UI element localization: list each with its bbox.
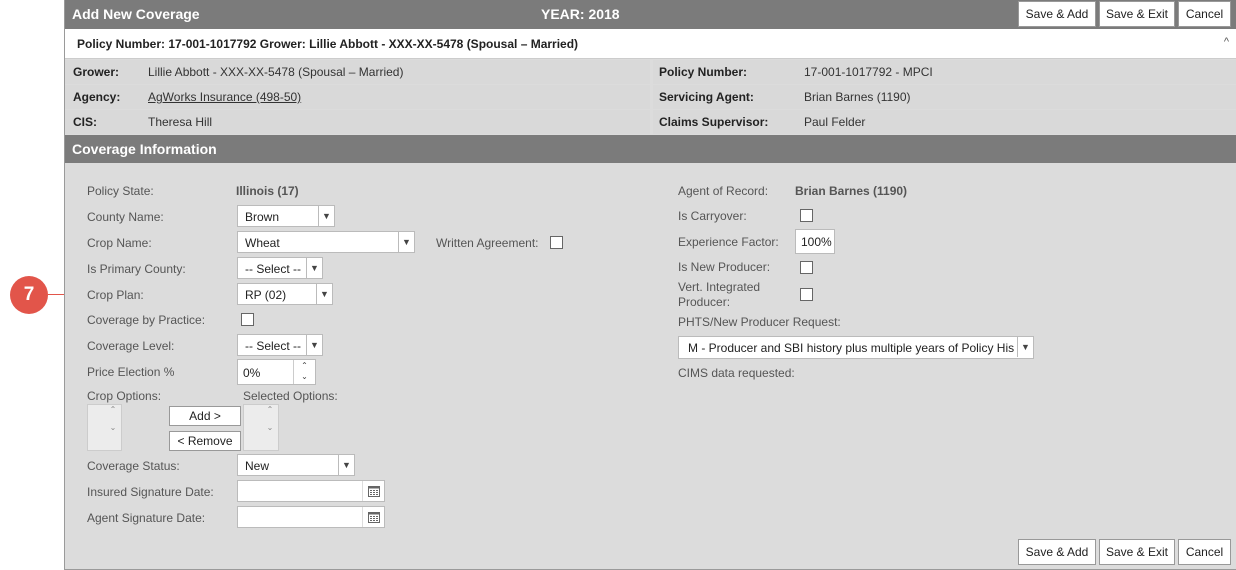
agent-of-record-label: Agent of Record: bbox=[678, 184, 769, 198]
title-bar: Add New Coverage YEAR: 2018 Save & Add S… bbox=[65, 0, 1236, 29]
cims-data-label: CIMS data requested: bbox=[678, 366, 795, 380]
policy-state-value: Illinois (17) bbox=[236, 184, 299, 198]
crop-options-list[interactable]: ⌃ ⌄ bbox=[87, 404, 122, 451]
policy-number-value: 17-001-1017792 - MPCI bbox=[804, 65, 933, 79]
insured-signature-date-label: Insured Signature Date: bbox=[87, 485, 214, 499]
cis-value: Theresa Hill bbox=[148, 115, 213, 129]
vert-integrated-label-line1: Vert. Integrated bbox=[678, 280, 761, 294]
calendar-icon[interactable] bbox=[362, 507, 384, 527]
coverage-level-select[interactable]: -- Select -- ▼ bbox=[237, 334, 323, 356]
phts-request-label: PHTS/New Producer Request: bbox=[678, 315, 841, 329]
chevron-down-icon: ▼ bbox=[318, 206, 334, 226]
primary-county-label: Is Primary County: bbox=[87, 262, 186, 276]
agent-signature-date-label: Agent Signature Date: bbox=[87, 511, 206, 525]
calendar-icon[interactable] bbox=[362, 481, 384, 501]
agent-signature-date-field[interactable] bbox=[237, 506, 385, 528]
crop-name-value: Wheat bbox=[245, 236, 280, 250]
step-callout-badge: 7 bbox=[10, 276, 48, 314]
stepper-arrows-icon[interactable]: ⌃ ⌄ bbox=[293, 360, 315, 384]
county-name-value: Brown bbox=[245, 210, 280, 224]
save-add-button-bottom[interactable]: Save & Add bbox=[1018, 539, 1096, 565]
vert-integrated-checkbox[interactable] bbox=[800, 288, 813, 301]
coverage-by-practice-label: Coverage by Practice: bbox=[87, 313, 206, 327]
add-coverage-panel: Add New Coverage YEAR: 2018 Save & Add S… bbox=[64, 0, 1236, 570]
year-label: YEAR: 2018 bbox=[541, 6, 620, 22]
written-agreement-checkbox[interactable] bbox=[550, 236, 563, 249]
grower-value: Lillie Abbott - XXX-XX-5478 (Spousal – M… bbox=[148, 65, 404, 79]
add-option-button[interactable]: Add > bbox=[169, 406, 241, 426]
county-name-label: County Name: bbox=[87, 210, 164, 224]
cancel-button-top[interactable]: Cancel bbox=[1178, 1, 1231, 27]
experience-factor-label: Experience Factor: bbox=[678, 235, 779, 249]
chevron-down-icon: ▼ bbox=[1017, 337, 1033, 357]
coverage-status-value: New bbox=[245, 459, 270, 473]
claims-supervisor-value: Paul Felder bbox=[804, 115, 866, 129]
phts-request-value: M - Producer and SBI history plus multip… bbox=[688, 341, 1015, 355]
remove-option-button[interactable]: < Remove bbox=[169, 431, 241, 451]
insured-signature-date-field[interactable] bbox=[237, 480, 385, 502]
policy-number-label: Policy Number: bbox=[659, 65, 748, 79]
scrollbar[interactable]: ⌃ ⌄ bbox=[105, 405, 121, 450]
coverage-by-practice-checkbox[interactable] bbox=[241, 313, 254, 326]
crop-name-label: Crop Name: bbox=[87, 236, 152, 250]
servicing-agent-label: Servicing Agent: bbox=[659, 90, 754, 104]
cancel-button-bottom[interactable]: Cancel bbox=[1178, 539, 1231, 565]
coverage-status-select[interactable]: New ▼ bbox=[237, 454, 355, 476]
crop-plan-select[interactable]: RP (02) ▼ bbox=[237, 283, 333, 305]
phts-request-select[interactable]: M - Producer and SBI history plus multip… bbox=[678, 336, 1034, 359]
chevron-down-icon: ▼ bbox=[306, 258, 322, 278]
experience-factor-field[interactable]: 100% bbox=[795, 229, 835, 254]
vert-integrated-label-line2: Producer: bbox=[678, 295, 731, 309]
chevron-down-icon: ▼ bbox=[398, 232, 414, 252]
policy-info-grid: Grower: Lillie Abbott - XXX-XX-5478 (Spou… bbox=[65, 60, 1236, 135]
carryover-checkbox[interactable] bbox=[800, 209, 813, 222]
price-election-label: Price Election % bbox=[87, 365, 175, 379]
agency-label: Agency: bbox=[73, 90, 121, 104]
crop-plan-value: RP (02) bbox=[245, 288, 287, 302]
price-election-value: 0% bbox=[243, 366, 261, 380]
policy-state-label: Policy State: bbox=[87, 184, 154, 198]
servicing-agent-value: Brian Barnes (1190) bbox=[804, 90, 911, 104]
county-name-select[interactable]: Brown ▼ bbox=[237, 205, 335, 227]
coverage-level-value: -- Select -- bbox=[245, 339, 302, 353]
coverage-status-label: Coverage Status: bbox=[87, 459, 180, 473]
price-election-stepper[interactable]: 0% ⌃ ⌄ bbox=[237, 359, 316, 385]
save-exit-button-bottom[interactable]: Save & Exit bbox=[1099, 539, 1175, 565]
policy-summary-text: Policy Number: 17-001-1017792 Grower: Li… bbox=[77, 37, 579, 51]
crop-options-label: Crop Options: bbox=[87, 389, 162, 403]
carryover-label: Is Carryover: bbox=[678, 209, 747, 223]
selected-options-label: Selected Options: bbox=[243, 389, 338, 403]
save-exit-button-top[interactable]: Save & Exit bbox=[1099, 1, 1175, 27]
primary-county-value: -- Select -- bbox=[245, 262, 302, 276]
new-producer-checkbox[interactable] bbox=[800, 261, 813, 274]
scrollbar[interactable]: ⌃ ⌄ bbox=[262, 405, 278, 450]
primary-county-select[interactable]: -- Select -- ▼ bbox=[237, 257, 323, 279]
page-title: Add New Coverage bbox=[72, 6, 200, 22]
save-add-button-top[interactable]: Save & Add bbox=[1018, 1, 1096, 27]
coverage-level-label: Coverage Level: bbox=[87, 339, 175, 353]
policy-summary-bar[interactable]: Policy Number: 17-001-1017792 Grower: Li… bbox=[65, 29, 1236, 59]
crop-name-select[interactable]: Wheat ▼ bbox=[237, 231, 415, 253]
experience-factor-value: 100% bbox=[801, 235, 832, 249]
chevron-down-icon: ▼ bbox=[338, 455, 354, 475]
agent-of-record-value: Brian Barnes (1190) bbox=[795, 184, 908, 198]
written-agreement-label: Written Agreement: bbox=[436, 236, 539, 250]
cis-label: CIS: bbox=[73, 115, 97, 129]
coverage-section-header: Coverage Information bbox=[65, 135, 1236, 163]
new-producer-label: Is New Producer: bbox=[678, 260, 771, 274]
selected-options-list[interactable]: ⌃ ⌄ bbox=[243, 404, 279, 451]
chevron-down-icon: ▼ bbox=[306, 335, 322, 355]
grower-label: Grower: bbox=[73, 65, 120, 79]
claims-supervisor-label: Claims Supervisor: bbox=[659, 115, 769, 129]
collapse-chevron-icon[interactable]: ^ bbox=[1224, 36, 1229, 48]
agency-link[interactable]: AgWorks Insurance (498-50) bbox=[148, 90, 301, 104]
crop-plan-label: Crop Plan: bbox=[87, 288, 144, 302]
chevron-down-icon: ▼ bbox=[316, 284, 332, 304]
